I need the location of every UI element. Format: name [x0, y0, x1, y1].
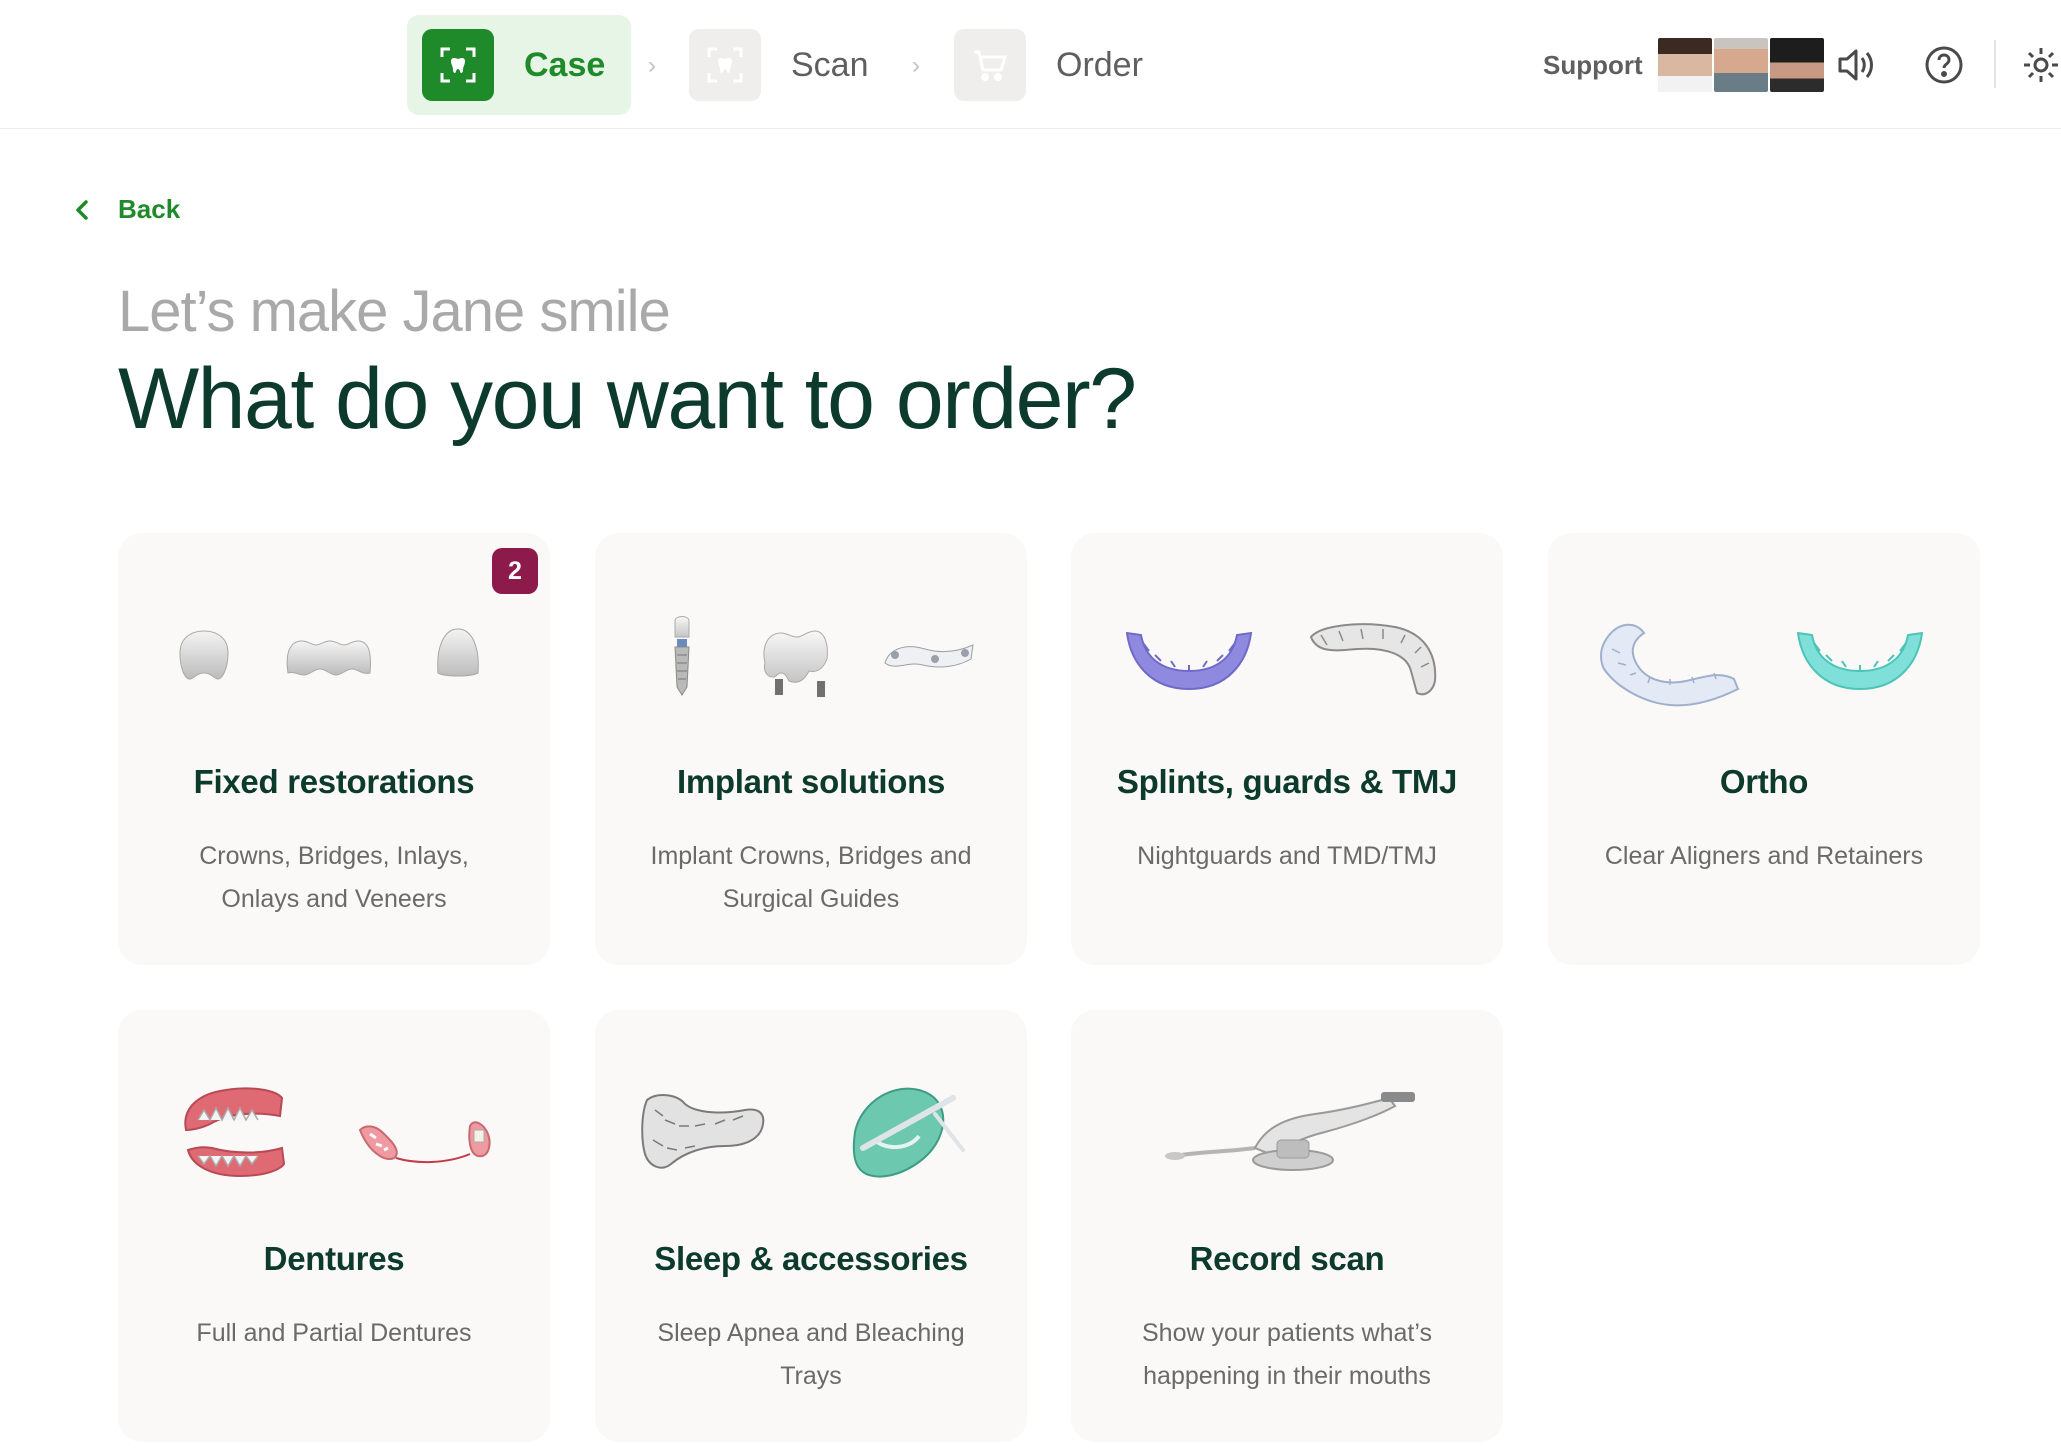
- scan-frame-icon: [689, 29, 761, 101]
- step-order-label: Order: [1056, 45, 1143, 84]
- card-description: Show your patients what’s happening in t…: [1142, 1319, 1432, 1390]
- card-title: Implant solutions: [676, 763, 946, 800]
- card-splints-guards-tmj[interactable]: Splints, guards & TMJ Nightguards and TM…: [1071, 533, 1503, 965]
- chevron-right-icon: ›: [648, 52, 656, 79]
- avatar: [1656, 36, 1714, 94]
- nightguard-icon: [1125, 623, 1437, 696]
- card-description: Nightguards and TMD/TMJ: [1137, 842, 1437, 870]
- card-fixed-restorations[interactable]: 2 Fixed restorations Crowns, Bridges, In…: [118, 533, 550, 965]
- intraoral-scanner-icon: [1165, 1092, 1415, 1171]
- card-title: Fixed restorations: [193, 763, 475, 800]
- help-icon[interactable]: [1921, 42, 1967, 88]
- card-title: Record scan: [1189, 1240, 1385, 1277]
- cart-icon: [954, 29, 1026, 101]
- settings-icon[interactable]: [2018, 42, 2061, 88]
- card-dentures[interactable]: Dentures Full and Partial Dentures: [118, 1010, 550, 1442]
- step-scan[interactable]: Scan: [689, 15, 869, 115]
- support-label[interactable]: Support: [1543, 50, 1643, 81]
- sleep-tray-icon: [641, 1087, 965, 1178]
- support-avatars[interactable]: [1656, 36, 1826, 94]
- avatar: [1768, 36, 1826, 94]
- back-label: Back: [118, 194, 181, 224]
- top-bar: Case › Scan › Order Support: [0, 0, 2061, 129]
- card-record-scan[interactable]: Record scan Show your patients what’s ha…: [1071, 1010, 1503, 1442]
- dentures-icon: [184, 1087, 491, 1178]
- card-description: Crowns, Bridges, Inlays, Onlays and Vene…: [199, 842, 469, 913]
- implant-icon: [674, 616, 974, 697]
- card-description: Full and Partial Dentures: [196, 1319, 472, 1347]
- chevron-right-icon: ›: [912, 52, 920, 79]
- header-divider: [1994, 40, 1996, 88]
- chevron-left-icon: [76, 199, 88, 220]
- aligner-icon: [1600, 623, 1924, 707]
- step-order[interactable]: Order: [954, 15, 1143, 115]
- card-description: Sleep Apnea and Bleaching Trays: [657, 1319, 965, 1390]
- card-title: Sleep & accessories: [654, 1240, 968, 1277]
- card-title: Splints, guards & TMJ: [1116, 763, 1458, 800]
- step-case-label: Case: [524, 45, 606, 84]
- tooth-scan-icon: [422, 29, 494, 101]
- card-description: Implant Crowns, Bridges and Surgical Gui…: [650, 842, 972, 913]
- crowns-bridge-veneer-icon: [179, 628, 479, 680]
- step-scan-label: Scan: [791, 45, 869, 84]
- page-subtitle: Let’s make Jane smile: [118, 279, 671, 344]
- card-description: Clear Aligners and Retainers: [1604, 842, 1924, 870]
- page-title: What do you want to order?: [118, 351, 1137, 447]
- step-case[interactable]: Case: [407, 15, 631, 115]
- card-sleep-accessories[interactable]: Sleep & accessories Sleep Apnea and Blea…: [595, 1010, 1027, 1442]
- card-title: Ortho: [1719, 763, 1809, 800]
- card-title: Dentures: [263, 1240, 405, 1277]
- avatar: [1712, 36, 1770, 94]
- volume-icon[interactable]: [1834, 42, 1880, 88]
- card-ortho[interactable]: Ortho Clear Aligners and Retainers: [1548, 533, 1980, 965]
- card-implant-solutions[interactable]: Implant solutions Implant Crowns, Bridge…: [595, 533, 1027, 965]
- back-link[interactable]: Back: [74, 194, 180, 225]
